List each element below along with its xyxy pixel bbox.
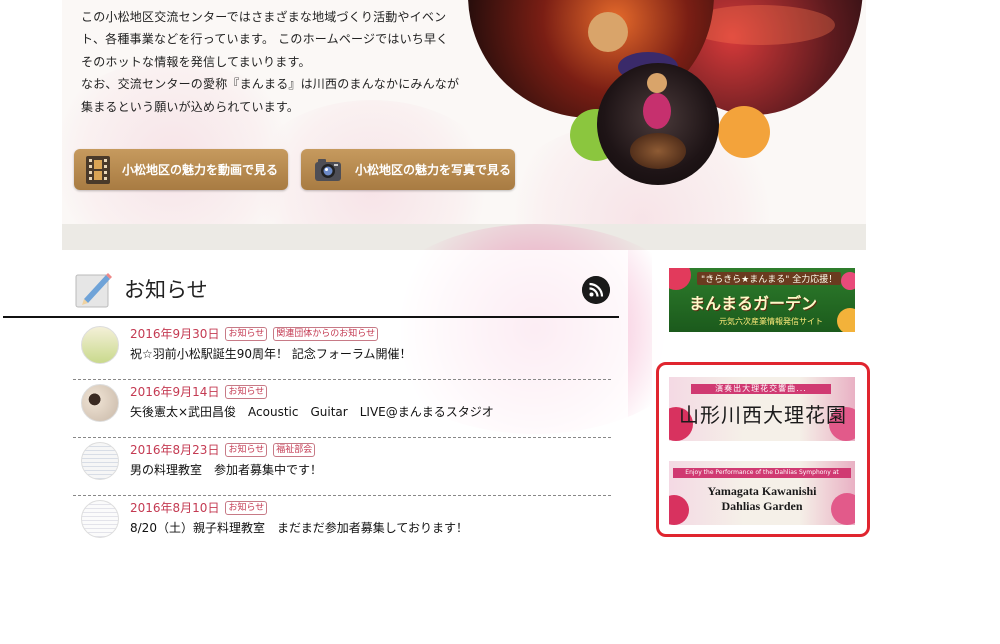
news-thumbnail [81,442,119,480]
garden-banner-title: まんまるガーデン [689,294,818,313]
camera-icon [315,158,341,181]
news-tag[interactable]: お知らせ [225,385,268,399]
view-photos-label: 小松地区の魅力を写真で見る [355,163,512,177]
film-icon [86,155,110,184]
news-item[interactable]: 2016年8月10日 お知らせ 8/20（土）親子料理教室 まだまだ参加者募集して… [73,496,611,538]
news-thumbnail [81,384,119,422]
pencil-icon [75,273,112,308]
garden-banner-subtitle: 元気六次産業情報発信サイト [719,317,823,326]
news-date: 2016年8月10日 お知らせ [130,499,268,516]
news-thumbnail [81,500,119,538]
manmaru-garden-banner[interactable]: "きらきら★まんまる" 全力応援！ まんまるガーデン 元気六次産業情報発信サイト [669,268,855,332]
view-photos-button[interactable]: 小松地区の魅力を写真で見る [301,149,515,190]
dahlia-en-title-line1: Yamagata Kawanishi [707,484,817,498]
news-date-text: 2016年9月14日 [130,385,220,399]
dahlia-jp-tagline: 演奏出大理花交響曲... [691,384,831,394]
dahlia-garden-en-banner[interactable]: Enjoy the Performance of the Dahlias Sym… [669,461,855,525]
dahlia-en-tagline: Enjoy the Performance of the Dahlias Sym… [673,468,851,478]
taiko-photo [597,63,719,185]
dahlia-jp-title: 山形川西大理花園 [679,403,847,427]
watch-video-label: 小松地区の魅力を動画で見る [122,163,279,177]
news-tag[interactable]: お知らせ [225,327,268,341]
news-title: お知らせ [124,278,208,302]
intro-line: ト、各種事業などを行っています。 このホームページではいち早く [81,32,449,47]
intro-line: そのホットな情報を発信してまいります。 [81,54,311,69]
news-headline-link[interactable]: 男の料理教室 参加者募集中です！ [130,461,322,478]
news-header-rule [3,316,619,318]
intro-line: この小松地区交流センターではさまざまな地域づくり活動やイベン [81,10,447,24]
news-date: 2016年8月23日 お知らせ 福祉部会 [130,441,316,458]
news-tag[interactable]: お知らせ [225,443,268,457]
news-item[interactable]: 2016年9月30日 お知らせ 関連団体からのお知らせ 祝☆羽前小松駅誕生90周年！… [73,322,611,380]
news-header: お知らせ [62,264,618,318]
news-date-text: 2016年8月10日 [130,501,220,515]
intro-paragraph: この小松地区交流センターではさまざまな地域づくり活動やイベン ト、各種事業などを… [81,6,461,118]
dahlia-garden-jp-banner[interactable]: 演奏出大理花交響曲... 山形川西大理花園 [669,377,855,441]
news-headline-link[interactable]: 矢後憲太×武田昌俊 Acoustic Guitar LIVE@まんまるスタジオ [130,403,494,420]
news-date-text: 2016年9月30日 [130,327,220,341]
news-item[interactable]: 2016年9月14日 お知らせ 矢後憲太×武田昌俊 Acoustic Guitar… [73,380,611,438]
intro-line: なお、交流センターの愛称『まんまる』は川西のまんなかにみんなが [81,77,460,92]
garden-banner-tagline: "きらきら★まんまる" 全力応援！ [697,272,842,285]
news-date-text: 2016年8月23日 [130,443,220,457]
news-tag[interactable]: 福祉部会 [273,443,316,457]
dahlia-en-title-line2: Dahlias Garden [721,499,803,513]
decorative-circle [718,106,770,158]
rss-feed-icon[interactable] [582,276,610,304]
watch-video-button[interactable]: 小松地区の魅力を動画で見る [74,149,288,190]
news-tag[interactable]: 関連団体からのお知らせ [273,327,379,341]
news-item[interactable]: 2016年8月23日 お知らせ 福祉部会 男の料理教室 参加者募集中です！ [73,438,611,496]
news-date: 2016年9月30日 お知らせ 関連団体からのお知らせ [130,325,379,342]
news-thumbnail [81,326,119,364]
news-headline-link[interactable]: 祝☆羽前小松駅誕生90周年！ 記念フォーラム開催！ [130,345,411,362]
intro-line: 集まるという願いが込められています。 [81,99,300,114]
news-headline-link[interactable]: 8/20（土）親子料理教室 まだまだ参加者募集しております！ [130,519,468,536]
news-date: 2016年9月14日 お知らせ [130,383,268,400]
news-tag[interactable]: お知らせ [225,501,268,515]
